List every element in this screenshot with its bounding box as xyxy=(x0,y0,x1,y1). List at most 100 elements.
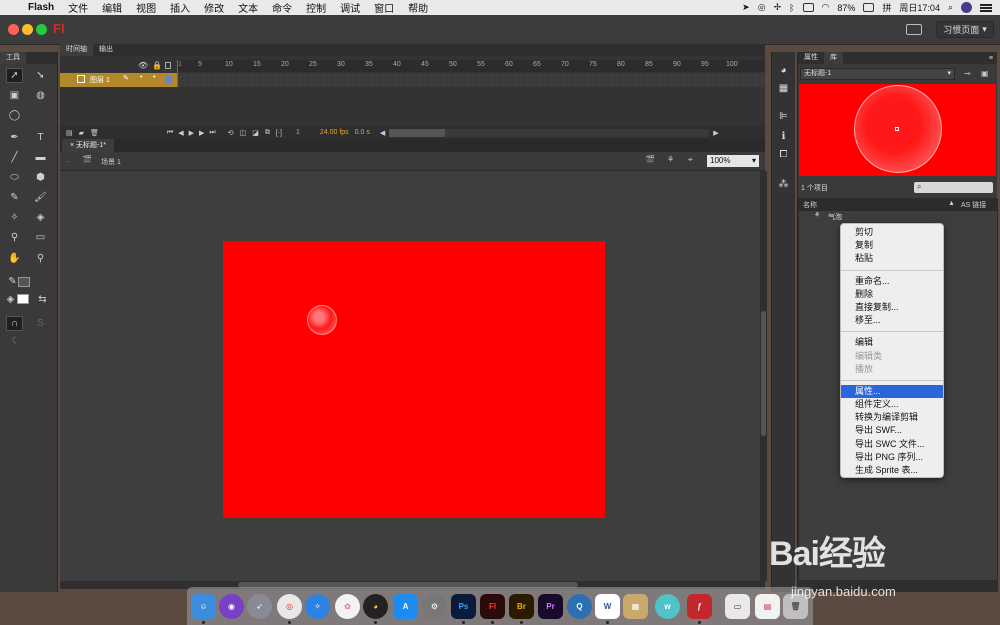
system-preferences-icon[interactable]: ⚙ xyxy=(422,594,447,619)
hand-tool-icon[interactable]: ✋ xyxy=(6,251,23,266)
selection-tool-icon[interactable]: ➚ xyxy=(6,68,23,83)
chrome-icon[interactable]: ◎ xyxy=(277,594,302,619)
input-method[interactable]: 拼 xyxy=(882,1,891,14)
playhead[interactable] xyxy=(177,60,178,87)
menu-item-duplicate[interactable]: 直接复制... xyxy=(841,301,943,314)
frame-ruler[interactable]: 1 5 10 15 20 25 30 35 40 45 50 55 60 65 … xyxy=(177,60,765,72)
column-linkage[interactable]: AS 链接 xyxy=(961,200,986,210)
color-panel-icon[interactable]: ◕ xyxy=(777,64,790,77)
qq-icon[interactable]: ◕ xyxy=(363,594,388,619)
brush-tool-icon[interactable]: 🖌 xyxy=(32,190,49,205)
align-panel-icon[interactable]: ⊫ xyxy=(777,110,790,123)
menu-item-properties[interactable]: 属性... xyxy=(841,384,943,399)
menu-debug[interactable]: 调试 xyxy=(333,0,367,15)
info-panel-icon[interactable]: ℹ xyxy=(777,130,790,143)
quicktime-icon[interactable]: Q xyxy=(567,594,592,619)
menu-modify[interactable]: 修改 xyxy=(197,0,231,15)
pin-icon[interactable]: ⊸ xyxy=(964,69,971,78)
text-tool-icon[interactable]: T xyxy=(32,130,49,145)
modify-markers-icon[interactable]: [⋅] xyxy=(276,129,282,137)
sort-up-icon[interactable]: ▲ xyxy=(948,200,955,207)
column-name[interactable]: 名称 xyxy=(803,200,817,210)
frame-rate[interactable]: 24.00 fps xyxy=(320,129,349,136)
menu-window[interactable]: 窗口 xyxy=(367,0,401,15)
subselection-tool-icon[interactable]: ➘ xyxy=(32,68,49,83)
components-panel-icon[interactable]: ⁂ xyxy=(777,178,790,191)
first-frame-icon[interactable]: ⏮ xyxy=(167,129,173,137)
line-tool-icon[interactable]: ╱ xyxy=(6,150,23,165)
next-frame-icon[interactable]: ▶ xyxy=(199,129,204,137)
polystar-tool-icon[interactable]: ⬢ xyxy=(32,170,49,185)
prev-frame-icon[interactable]: ◀ xyxy=(178,129,183,137)
outline-color-icon[interactable] xyxy=(166,76,172,83)
zoom-tool-icon[interactable]: ⚲ xyxy=(32,251,49,266)
menu-item-generate-sprite-sheet[interactable]: 生成 Sprite 表... xyxy=(841,464,943,477)
menu-item-copy[interactable]: 复制 xyxy=(841,239,943,252)
wunderlist-icon[interactable]: w xyxy=(655,594,680,619)
current-frame[interactable]: 1 xyxy=(296,129,300,136)
photoshop-icon[interactable]: Ps xyxy=(451,594,476,619)
tab-library[interactable]: 库 xyxy=(824,52,843,64)
new-folder-icon[interactable]: ▰ xyxy=(79,129,84,137)
menu-item-move-to[interactable]: 移至... xyxy=(841,314,943,327)
airplay-icon[interactable] xyxy=(802,3,814,12)
photos-icon[interactable]: ✿ xyxy=(335,594,360,619)
snap-to-objects-icon[interactable]: ∩ xyxy=(6,316,23,331)
menu-item-component-definition[interactable]: 组件定义... xyxy=(841,398,943,411)
library-item[interactable]: ⚘ 气泡 xyxy=(798,210,998,222)
pen-tool-icon[interactable]: ✒ xyxy=(6,130,23,145)
menu-edit[interactable]: 编辑 xyxy=(95,0,129,15)
menu-item-export-swf[interactable]: 导出 SWF... xyxy=(841,424,943,437)
minimize-window-button[interactable] xyxy=(22,24,33,35)
tab-output[interactable]: 输出 xyxy=(93,44,119,56)
last-frame-icon[interactable]: ⏭ xyxy=(209,129,215,137)
swatches-panel-icon[interactable]: ▦ xyxy=(777,82,790,95)
menu-insert[interactable]: 插入 xyxy=(163,0,197,15)
library-search-input[interactable]: ⌕ xyxy=(914,182,993,193)
bubble-instance[interactable] xyxy=(307,305,337,335)
smooth-icon[interactable]: S xyxy=(32,316,49,331)
butterfly-icon[interactable]: ✢ xyxy=(774,2,782,13)
scroll-right-icon[interactable]: ▶ xyxy=(713,129,718,137)
menu-text[interactable]: 文本 xyxy=(231,0,265,15)
menu-item-cut[interactable]: 剪切 xyxy=(841,226,943,239)
wifi-icon[interactable]: ◠ xyxy=(822,2,830,13)
onion-skin-icon[interactable]: ◫ xyxy=(240,129,247,137)
edit-scene-icon[interactable]: 🎬 xyxy=(645,155,655,164)
layer-row[interactable]: 图层 1 ✎ • • xyxy=(60,73,177,87)
bridge-icon[interactable]: Br xyxy=(509,594,534,619)
cc-icon[interactable]: ◎ xyxy=(758,2,766,13)
archive-icon[interactable]: ▦ xyxy=(623,594,648,619)
close-window-button[interactable] xyxy=(8,24,19,35)
edit-multiple-icon[interactable]: ⧉ xyxy=(265,129,270,137)
layer-name[interactable]: 图层 1 xyxy=(90,75,110,85)
rectangle-tool-icon[interactable]: ▬ xyxy=(32,150,49,165)
panel-menu-icon[interactable]: ≡ xyxy=(989,55,997,62)
onion-outline-icon[interactable]: ◪ xyxy=(252,129,259,137)
menu-control[interactable]: 控制 xyxy=(299,0,333,15)
scroll-thumb[interactable] xyxy=(389,128,446,137)
free-transform-tool-icon[interactable]: ▣ xyxy=(6,88,23,103)
paint-bucket-tool-icon[interactable]: ◈ xyxy=(32,210,49,225)
clock[interactable]: 周日17:04 xyxy=(899,1,940,14)
notification-center-icon[interactable] xyxy=(980,3,992,12)
stroke-color-swatch[interactable] xyxy=(18,277,30,287)
siri-icon[interactable] xyxy=(961,2,972,13)
stage[interactable] xyxy=(223,241,605,518)
send-icon[interactable]: ➤ xyxy=(742,2,750,13)
app-menu[interactable]: Flash xyxy=(21,2,61,13)
eyedropper-tool-icon[interactable]: ⚲ xyxy=(6,230,23,245)
lasso-tool-icon[interactable]: ◯ xyxy=(6,108,23,123)
menu-item-delete[interactable]: 删除 xyxy=(841,288,943,301)
swap-colors-icon[interactable]: ⇆ xyxy=(34,292,51,307)
siri-dock-icon[interactable]: ◉ xyxy=(219,594,244,619)
document-tab[interactable]: × 无标题-1* xyxy=(62,139,114,152)
eraser-tool-icon[interactable]: ▭ xyxy=(32,230,49,245)
premiere-icon[interactable]: Pr xyxy=(538,594,563,619)
zoom-window-button[interactable] xyxy=(36,24,47,35)
word-icon[interactable]: W xyxy=(595,594,620,619)
library-document-select[interactable]: 无标题-1 ▾ xyxy=(800,68,955,80)
scroll-left-icon[interactable]: ◀ xyxy=(380,129,385,137)
menu-item-edit[interactable]: 编辑 xyxy=(841,336,943,349)
show-hide-icon[interactable]: 👁 xyxy=(138,61,148,70)
